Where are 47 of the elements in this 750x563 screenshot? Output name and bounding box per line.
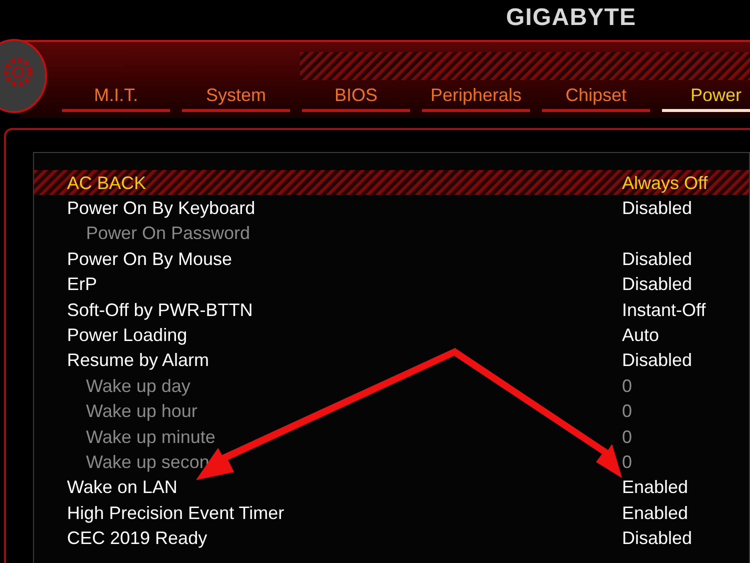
- setting-value: 0: [622, 428, 632, 446]
- setting-label: Power Loading: [66, 326, 188, 344]
- setting-row[interactable]: Wake on LAN Enabled: [34, 474, 749, 500]
- setting-label: Wake up day: [85, 376, 190, 395]
- setting-row[interactable]: CEC 2019 Ready Disabled: [34, 525, 749, 551]
- setting-value: Disabled: [622, 199, 692, 218]
- setting-label: Power On By Mouse: [66, 250, 232, 268]
- setting-value: Enabled: [622, 504, 688, 522]
- menu-tab[interactable]: BIOS: [302, 82, 410, 112]
- setting-row[interactable]: Power Loading Auto: [34, 322, 749, 348]
- setting-label: Resume by Alarm: [66, 351, 210, 370]
- setting-label: Wake on LAN: [66, 478, 178, 496]
- setting-value: 0: [622, 402, 632, 420]
- setting-row[interactable]: Resume by Alarm Disabled: [34, 348, 749, 374]
- setting-value: Disabled: [622, 250, 692, 268]
- menu-tab[interactable]: Power: [662, 82, 750, 112]
- setting-row[interactable]: AC BACK Always Off: [34, 170, 749, 196]
- setting-label: AC BACK: [66, 174, 146, 192]
- brand-logo: GIGABYTE: [506, 3, 636, 33]
- setting-value: Disabled: [622, 275, 692, 294]
- setting-label: Power On By Keyboard: [66, 199, 256, 218]
- setting-label: Wake up hour: [85, 402, 198, 420]
- setting-value: Enabled: [622, 478, 688, 496]
- setting-value: Disabled: [622, 351, 692, 370]
- setting-label: Soft-Off by PWR-BTTN: [66, 300, 253, 319]
- setting-label: ErP: [66, 275, 98, 294]
- menu-tab[interactable]: M.I.T.: [62, 82, 170, 112]
- setting-label: Wake up secon: [85, 452, 210, 471]
- setting-row[interactable]: ErP Disabled: [34, 272, 749, 297]
- gear-icon: [0, 38, 48, 114]
- setting-value: Always Off: [622, 174, 708, 192]
- setting-row[interactable]: High Precision Event Timer Enabled: [34, 500, 749, 526]
- setting-label: CEC 2019 Ready: [66, 529, 208, 548]
- setting-row[interactable]: Power On By Keyboard Disabled: [34, 195, 749, 221]
- setting-value: Disabled: [622, 529, 692, 548]
- menu-tab[interactable]: Chipset: [542, 82, 650, 112]
- setting-value: Instant-Off: [622, 300, 706, 319]
- setting-value: 0: [622, 452, 632, 471]
- setting-value: Auto: [622, 326, 660, 344]
- setting-value: 0: [622, 376, 632, 395]
- setting-label: Power On Password: [85, 224, 250, 242]
- setting-row[interactable]: Power On By Mouse Disabled: [34, 246, 749, 272]
- setting-label: High Precision Event Timer: [66, 504, 284, 522]
- setting-row[interactable]: Soft-Off by PWR-BTTN Instant-Off: [34, 296, 749, 322]
- setting-label: Wake up minute: [85, 428, 216, 446]
- menu-tab[interactable]: Peripherals: [422, 82, 530, 112]
- menu-tab[interactable]: System: [182, 82, 290, 112]
